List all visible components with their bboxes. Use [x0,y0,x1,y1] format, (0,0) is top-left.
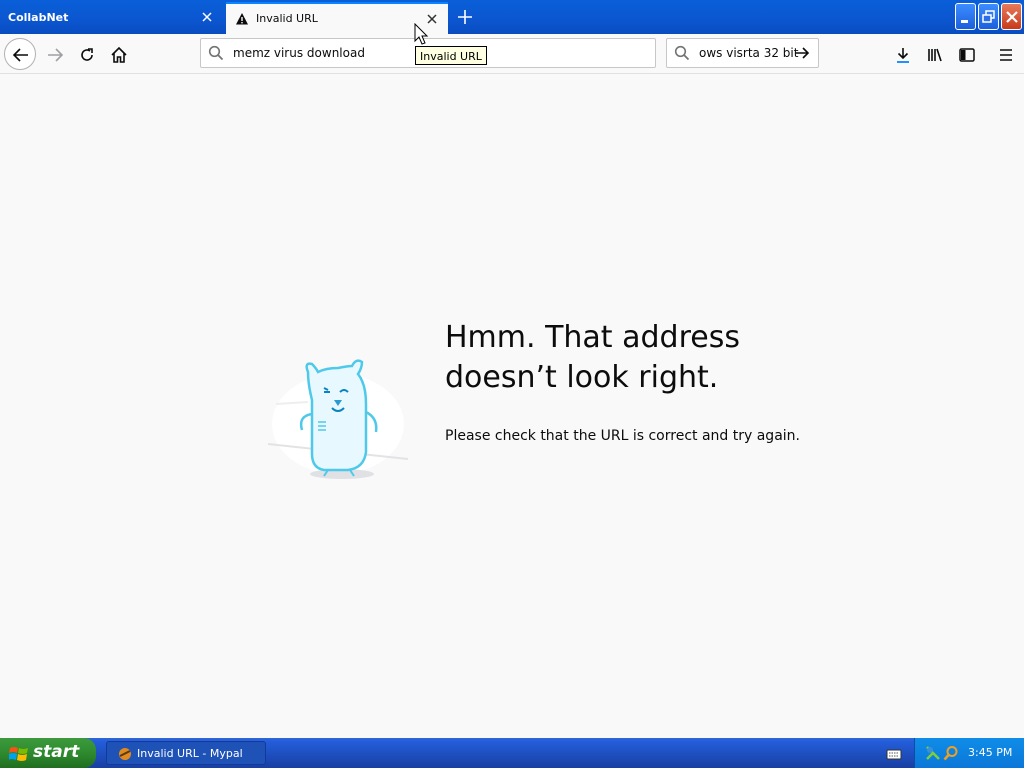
search-input[interactable]: ows visrta 32 bit [699,46,798,60]
browser-app-icon [119,748,131,760]
library-icon [928,48,942,62]
search-icon[interactable] [943,745,959,764]
plus-icon[interactable] [456,8,474,26]
tab-collabnet[interactable]: CollabNet [0,2,224,34]
error-page: Hmm. That address doesn’t look right. Pl… [0,74,1024,738]
error-title: Hmm. That address doesn’t look right. [445,320,740,395]
forward-icon [48,48,64,62]
navigation-toolbar: memz virus download ows visrta 32 bit [0,34,1024,74]
back-icon [12,48,28,62]
url-input[interactable]: memz virus download [233,46,365,60]
sidebar-button[interactable] [950,38,982,70]
error-mascot-illustration [267,344,409,488]
minimize-button[interactable] [955,3,976,30]
reload-icon [81,48,93,61]
home-icon [111,46,127,63]
back-button[interactable] [4,38,36,70]
mouse-cursor-icon [414,22,430,51]
download-icon [897,48,909,63]
reload-button[interactable] [70,38,102,70]
library-button[interactable] [918,38,950,70]
taskbar: start Invalid URL - Mypal 3:45 PM [0,738,1024,768]
start-button[interactable]: start [0,738,96,768]
sidebar-icon [959,48,975,62]
search-bar[interactable]: ows visrta 32 bit [666,38,819,68]
error-description: Please check that the URL is correct and… [445,428,800,444]
keyboard-icon[interactable] [886,746,902,765]
close-window-button[interactable] [1001,3,1022,30]
taskbar-window-item[interactable]: Invalid URL - Mypal [106,741,266,765]
network-icon[interactable] [925,745,941,764]
title-bar: CollabNet Invalid URL [0,0,1024,34]
menu-icon [1000,49,1012,61]
clock: 3:45 PM [968,746,1013,759]
search-icon [674,45,690,65]
home-button[interactable] [102,38,134,70]
warning-icon [235,12,249,26]
tab-label: CollabNet [8,11,69,24]
start-label: start [33,742,80,762]
close-icon[interactable] [200,10,214,24]
search-icon [208,45,224,65]
restore-button[interactable] [978,3,999,30]
taskbar-window-label: Invalid URL - Mypal [137,747,243,760]
downloads-button[interactable] [886,38,918,70]
system-tray: 3:45 PM [914,738,1024,768]
forward-button[interactable] [38,38,70,70]
arrow-right-icon[interactable] [793,45,811,65]
menu-button[interactable] [989,38,1021,70]
windows-logo-icon [9,747,28,761]
tab-label: Invalid URL [256,12,318,25]
